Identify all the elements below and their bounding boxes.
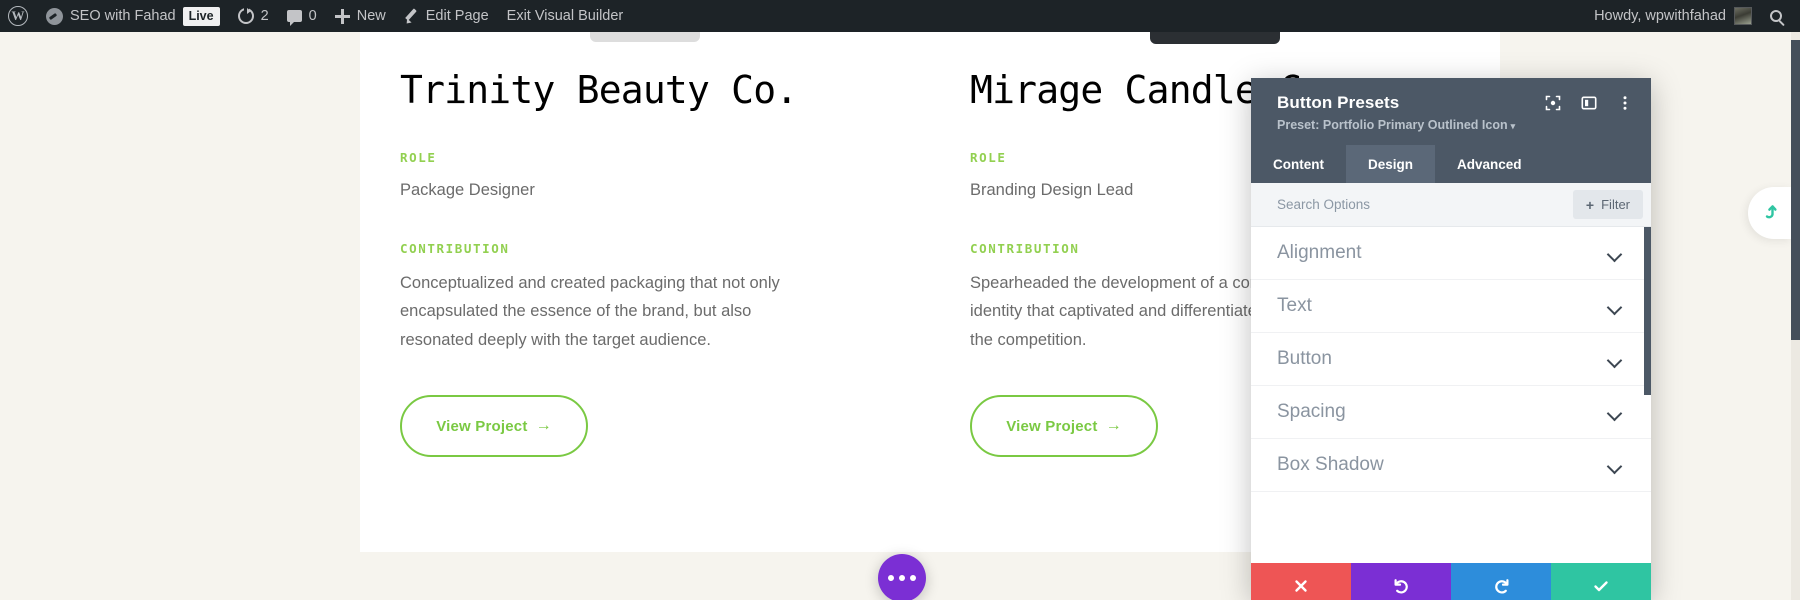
comments-menu[interactable]: 0	[278, 0, 326, 32]
redo-button[interactable]	[1451, 563, 1551, 600]
more-vertical-icon[interactable]	[1617, 95, 1633, 111]
option-group-spacing[interactable]: Spacing	[1251, 386, 1651, 439]
account-menu[interactable]: Howdy, wpwithfahad	[1584, 7, 1762, 25]
module-handle[interactable]	[1150, 30, 1280, 44]
project-title: Trinity Beauty Co.	[400, 70, 890, 112]
module-settings-modal: Button Presets Preset: Portfolio Primary…	[1251, 78, 1651, 598]
option-group-box-shadow[interactable]: Box Shadow	[1251, 439, 1651, 492]
modal-preset-selector[interactable]: Preset: Portfolio Primary Outlined Icon▾	[1277, 118, 1629, 132]
screen-root: W SEO with Fahad Live 2 0 New Edit Page …	[0, 0, 1800, 600]
arrow-right-icon: →	[1106, 418, 1122, 434]
option-group-label: Text	[1277, 295, 1312, 317]
modal-preset-label: Preset: Portfolio Primary Outlined Icon	[1277, 118, 1508, 132]
live-badge[interactable]: Live	[183, 7, 220, 26]
modal-header-actions	[1545, 95, 1633, 111]
arrow-return-icon	[1760, 203, 1780, 223]
option-group-label: Button	[1277, 348, 1332, 370]
undo-icon	[1392, 577, 1411, 596]
modal-search-row: + Filter	[1251, 183, 1651, 227]
page-scrollbar-thumb[interactable]	[1791, 40, 1800, 340]
cancel-button[interactable]	[1251, 563, 1351, 600]
contribution-value: Conceptualized and created packaging tha…	[400, 269, 810, 356]
comments-count: 0	[309, 8, 317, 24]
modal-scrollbar-thumb[interactable]	[1644, 227, 1651, 395]
exit-visual-builder[interactable]: Exit Visual Builder	[498, 0, 633, 32]
wp-logo-menu[interactable]: W	[0, 0, 37, 32]
howdy-label: Howdy, wpwithfahad	[1594, 8, 1726, 24]
edit-page-label: Edit Page	[426, 8, 489, 24]
modal-scrollbar-track[interactable]	[1644, 227, 1651, 563]
option-group-text[interactable]: Text	[1251, 280, 1651, 333]
modal-tabs: Content Design Advanced	[1251, 145, 1651, 183]
role-label: ROLE	[400, 150, 890, 165]
modal-header: Button Presets Preset: Portfolio Primary…	[1251, 78, 1651, 145]
layout-panel-icon[interactable]	[1581, 95, 1597, 111]
wordpress-logo-icon: W	[8, 6, 28, 26]
chevron-down-icon	[1608, 247, 1621, 260]
arrow-right-icon: →	[536, 418, 552, 434]
option-group-label: Spacing	[1277, 401, 1346, 423]
new-label: New	[357, 8, 386, 24]
plus-icon: +	[1586, 198, 1594, 212]
view-project-button[interactable]: View Project →	[970, 395, 1158, 457]
chevron-down-icon: ▾	[1511, 121, 1516, 131]
contribution-label: CONTRIBUTION	[400, 241, 890, 256]
option-group-label: Box Shadow	[1277, 454, 1384, 476]
side-tab-button[interactable]	[1748, 187, 1792, 239]
search-input[interactable]	[1277, 197, 1573, 212]
option-group-alignment[interactable]: Alignment	[1251, 227, 1651, 280]
search-icon	[1770, 10, 1782, 22]
modal-options-list: Alignment Text Button Spacing Box Shadow	[1251, 227, 1651, 563]
tab-advanced[interactable]: Advanced	[1435, 145, 1544, 183]
updates-menu[interactable]: 2	[229, 0, 278, 32]
tab-content[interactable]: Content	[1251, 145, 1346, 183]
ellipsis-icon	[888, 575, 894, 581]
ellipsis-icon	[910, 575, 916, 581]
plus-icon	[335, 9, 350, 24]
save-button[interactable]	[1551, 563, 1651, 600]
site-name-menu[interactable]: SEO with Fahad Live	[37, 0, 229, 32]
admin-bar-right: Howdy, wpwithfahad	[1584, 7, 1800, 25]
focus-target-icon[interactable]	[1545, 95, 1561, 111]
admin-search-button[interactable]	[1762, 10, 1794, 22]
option-group-button[interactable]: Button	[1251, 333, 1651, 386]
chevron-down-icon	[1608, 406, 1621, 419]
filter-label: Filter	[1601, 197, 1630, 212]
ellipsis-icon	[899, 575, 905, 581]
updates-count: 2	[261, 8, 269, 24]
new-content-menu[interactable]: New	[326, 0, 395, 32]
role-value: Package Designer	[400, 178, 890, 203]
option-group-label: Alignment	[1277, 242, 1362, 264]
view-project-button[interactable]: View Project →	[400, 395, 588, 457]
site-dashboard-icon	[46, 8, 63, 25]
comment-bubble-icon	[287, 10, 302, 22]
wp-admin-bar: W SEO with Fahad Live 2 0 New Edit Page …	[0, 0, 1800, 32]
avatar	[1734, 7, 1752, 25]
chevron-down-icon	[1608, 459, 1621, 472]
project-card-content: Trinity Beauty Co. ROLE Package Designer…	[360, 32, 930, 457]
pencil-icon	[404, 9, 419, 24]
undo-button[interactable]	[1351, 563, 1451, 600]
check-icon	[1591, 576, 1611, 596]
edit-page-menu[interactable]: Edit Page	[395, 0, 498, 32]
view-project-label: View Project	[1006, 418, 1097, 435]
more-options-button[interactable]	[878, 554, 926, 600]
chevron-down-icon	[1608, 353, 1621, 366]
site-name-label: SEO with Fahad	[70, 8, 176, 24]
tab-design[interactable]: Design	[1346, 145, 1435, 183]
view-project-label: View Project	[436, 418, 527, 435]
updates-refresh-icon	[238, 8, 254, 24]
exit-visual-builder-label: Exit Visual Builder	[507, 8, 624, 24]
filter-button[interactable]: + Filter	[1573, 190, 1643, 219]
close-icon	[1292, 577, 1310, 595]
chevron-down-icon	[1608, 300, 1621, 313]
modal-footer	[1251, 563, 1651, 600]
project-card[interactable]: Trinity Beauty Co. ROLE Package Designer…	[360, 32, 930, 552]
redo-icon	[1492, 577, 1511, 596]
